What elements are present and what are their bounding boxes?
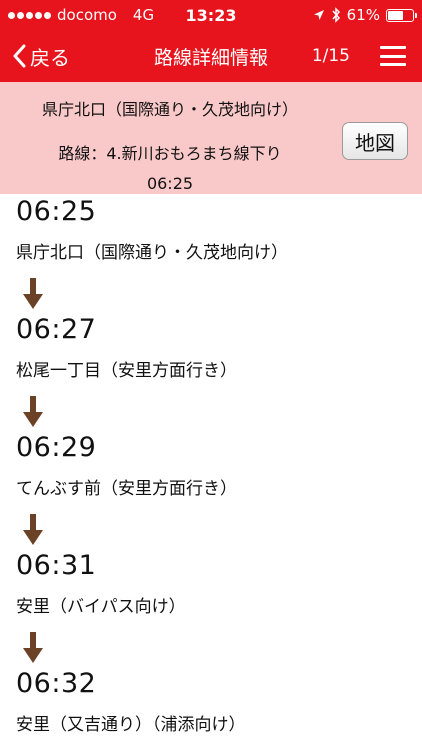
map-button[interactable]: 地図: [342, 122, 408, 160]
page-counter: 1/15: [311, 46, 350, 66]
stop-list: 06:25 県庁北口（国際通り・久茂地向け） 06:27 松尾一丁目（安里方面行…: [0, 194, 422, 750]
stop-name: てんぶす前（安里方面行き）: [16, 479, 237, 499]
stop-time: 06:29: [16, 432, 97, 463]
back-button[interactable]: 戻る: [0, 30, 70, 82]
status-right: 61%: [313, 6, 417, 24]
arrow-down-icon: [23, 632, 43, 663]
list-item[interactable]: 06:25 県庁北口（国際通り・久茂地向け）: [0, 194, 422, 312]
info-route-name: 路線：4.新川おもろまち線下り: [58, 144, 282, 163]
chevron-left-icon: [13, 44, 26, 68]
stop-name: 安里（バイパス向け）: [16, 597, 186, 617]
location-arrow-icon: [313, 10, 324, 20]
battery-icon: [386, 8, 417, 22]
bluetooth-icon: [332, 7, 340, 23]
list-item[interactable]: 06:27 松尾一丁目（安里方面行き）: [0, 312, 422, 430]
list-item[interactable]: 06:31 安里（バイパス向け）: [0, 548, 422, 666]
list-item[interactable]: 06:29 てんぶす前（安里方面行き）: [0, 430, 422, 548]
info-departure-time: 06:25: [146, 174, 194, 193]
stop-name: 安里（又吉通り）（浦添向け）: [16, 715, 246, 735]
stop-time: 06:25: [16, 196, 97, 227]
arrow-down-icon: [23, 396, 43, 427]
list-item[interactable]: 06:32 安里（又吉通り）（浦添向け）: [0, 666, 422, 750]
arrow-down-icon: [23, 514, 43, 545]
hamburger-menu-icon[interactable]: [380, 46, 406, 66]
back-button-label: 戻る: [30, 45, 70, 70]
stop-name: 松尾一丁目（安里方面行き）: [16, 361, 237, 381]
navigation-bar: 戻る 路線詳細情報 1/15: [0, 30, 422, 82]
stop-time: 06:32: [16, 668, 97, 699]
status-bar: docomo 4G 13:23 61%: [0, 0, 422, 30]
battery-percent: 61%: [346, 6, 380, 24]
arrow-down-icon: [23, 278, 43, 309]
info-stop-name: 県庁北口（国際通り・久茂地向け）: [41, 100, 298, 119]
stop-time: 06:31: [16, 550, 97, 581]
stop-time: 06:27: [16, 314, 97, 345]
stop-name: 県庁北口（国際通り・久茂地向け）: [16, 243, 288, 263]
